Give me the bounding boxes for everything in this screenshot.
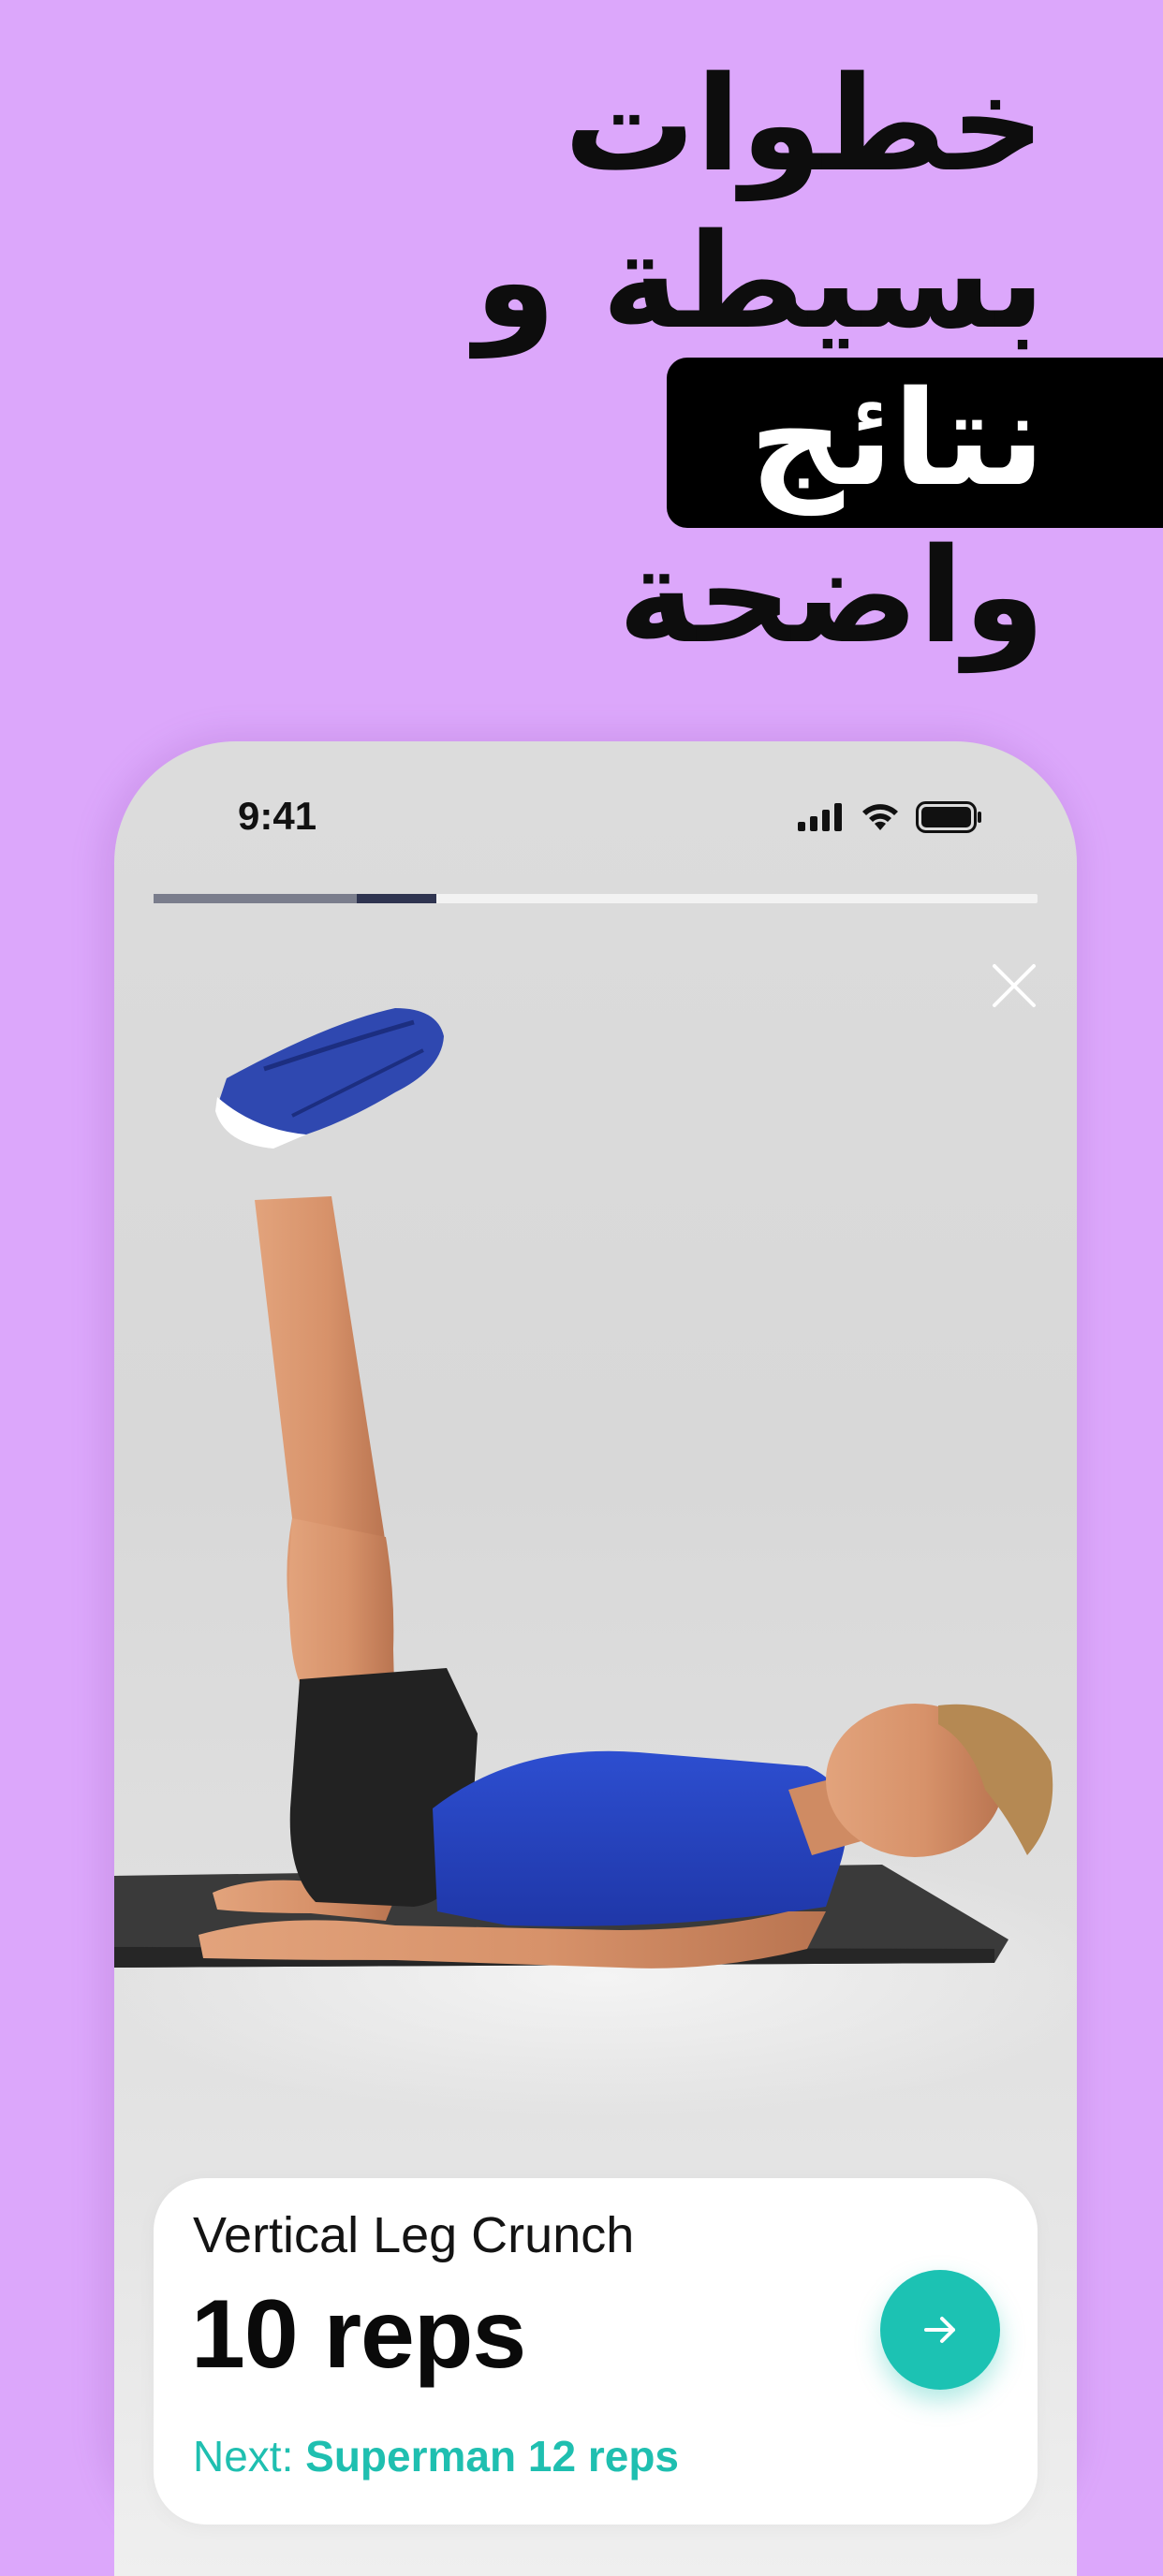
- cellular-signal-icon: [798, 803, 842, 831]
- next-exercise-button[interactable]: [880, 2270, 1000, 2390]
- exercise-reps: 10 reps: [191, 2280, 526, 2389]
- status-icons: [798, 801, 983, 833]
- close-icon[interactable]: [987, 959, 1041, 1013]
- progress-current-segment: [357, 894, 437, 903]
- phone-screen: 9:41 Vertical Leg Crunch 10 reps Next: S…: [114, 741, 1077, 2576]
- headline-line-2: بسيطة و: [474, 206, 1045, 359]
- battery-icon: [916, 801, 981, 833]
- promo-headline: خطوات بسيطة و نتائج واضحة: [475, 47, 1045, 676]
- next-exercise-value: Superman 12 reps: [305, 2432, 679, 2481]
- headline-line-1: خطوات: [564, 49, 1045, 201]
- headline-line-4: واضحة: [617, 520, 1045, 673]
- next-exercise-label: Next:: [193, 2432, 294, 2481]
- next-exercise: Next: Superman 12 reps: [193, 2431, 679, 2481]
- wifi-icon: [862, 804, 898, 830]
- exercise-title: Vertical Leg Crunch: [193, 2207, 635, 2263]
- exercise-photo: [114, 1008, 1077, 2117]
- headline-line-3-highlighted: نتائج: [749, 363, 1045, 516]
- exercise-card: Vertical Leg Crunch 10 reps Next: Superm…: [154, 2178, 1038, 2525]
- progress-completed-segment: [154, 894, 358, 903]
- workout-progress-bar: [154, 894, 1038, 903]
- status-time: 9:41: [238, 794, 317, 838]
- arrow-right-icon: [924, 2317, 955, 2343]
- status-bar: 9:41: [114, 741, 1077, 882]
